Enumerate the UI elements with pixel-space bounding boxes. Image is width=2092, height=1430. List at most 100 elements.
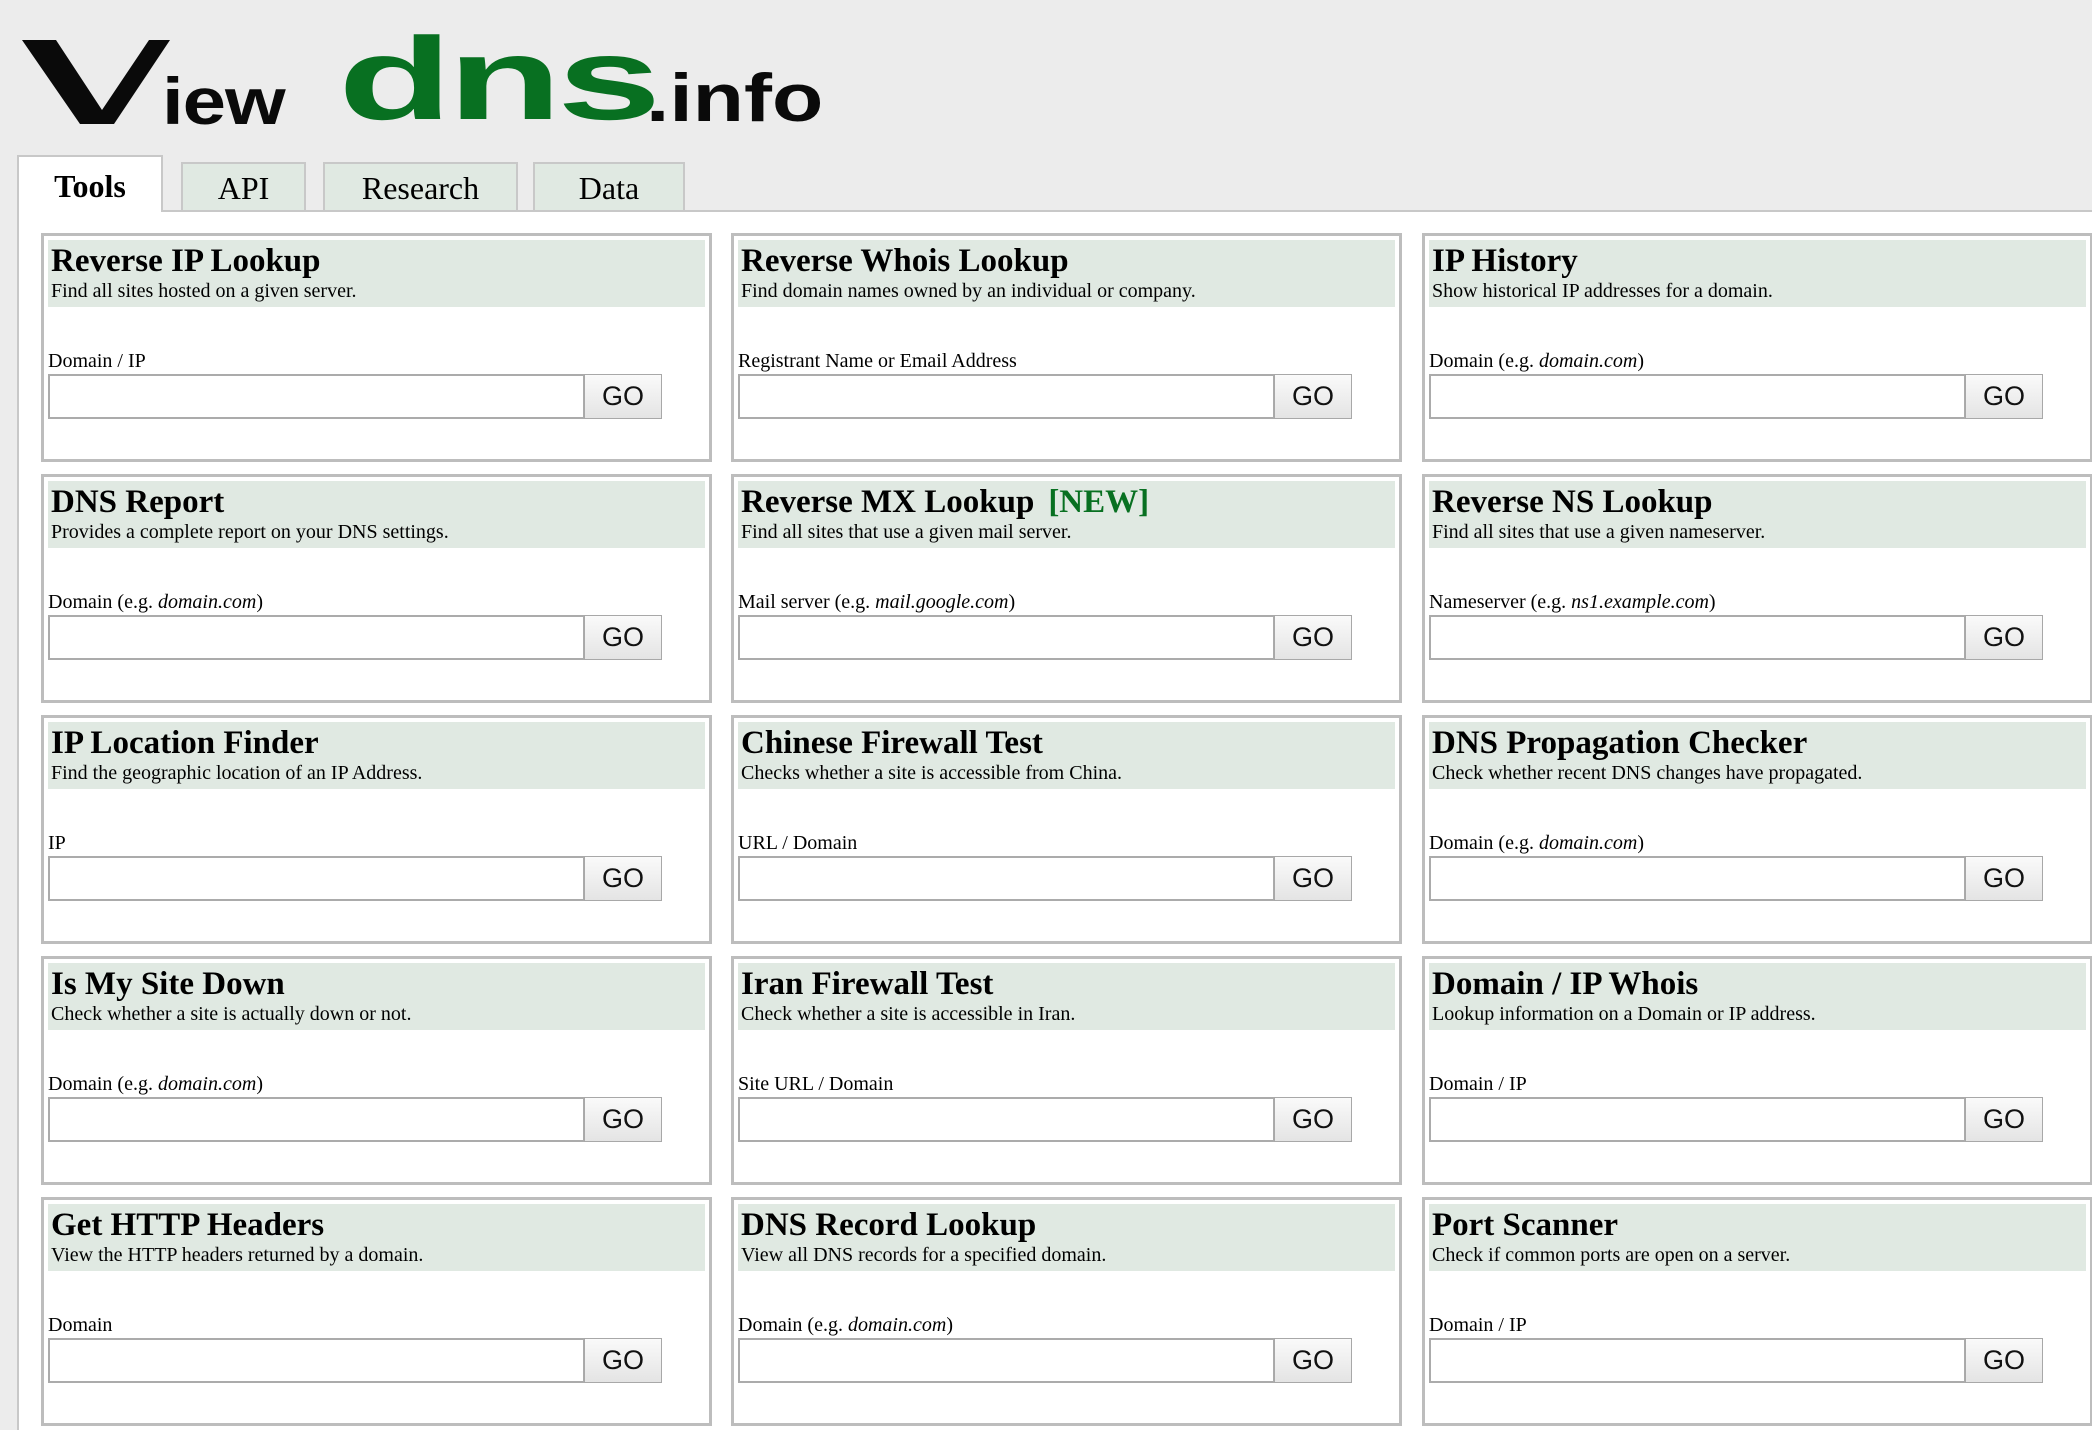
go-button-is-my-site-down[interactable]: GO (584, 1097, 662, 1142)
go-button-ip-history[interactable]: GO (1965, 374, 2043, 419)
tool-card-ip-location-finder: IP Location Finder Find the geographic l… (41, 715, 712, 944)
tool-title-text: Chinese Firewall Test (741, 725, 1043, 761)
label-text: Site URL / Domain (738, 1073, 894, 1095)
go-button-dns-propagation-checker[interactable]: GO (1965, 856, 2043, 901)
label-text: Domain (e.g. (1429, 350, 1539, 372)
tool-title-text: IP History (1432, 243, 1578, 279)
tool-title-text: DNS Report (51, 484, 225, 520)
label-example: mail.google.com (875, 591, 1009, 613)
tool-description: Lookup information on a Domain or IP add… (1432, 1003, 1816, 1025)
tool-title-text: Iran Firewall Test (741, 966, 994, 1002)
logo-text-view: iew (162, 63, 286, 139)
tool-input-reverse-mx-lookup[interactable] (738, 615, 1275, 660)
tool-input-dns-record-lookup[interactable] (738, 1338, 1275, 1383)
tool-card-header: Get HTTP Headers View the HTTP headers r… (48, 1204, 705, 1271)
main-tabs: Tools API Research Data (17, 155, 2092, 212)
tool-title: IP Location Finder (51, 722, 319, 764)
tool-card-header: IP History Show historical IP addresses … (1429, 240, 2086, 307)
tool-input-iran-firewall-test[interactable] (738, 1097, 1275, 1142)
logo-v-glyph (22, 40, 170, 124)
tool-description: Checks whether a site is accessible from… (741, 762, 1122, 784)
tool-input-is-my-site-down[interactable] (48, 1097, 585, 1142)
tool-title-text: Is My Site Down (51, 966, 285, 1002)
go-button-ip-location-finder[interactable]: GO (584, 856, 662, 901)
tool-title: DNS Report (51, 481, 224, 523)
tool-input-chinese-firewall-test[interactable] (738, 856, 1275, 901)
tool-input-domain-ip-whois[interactable] (1429, 1097, 1966, 1142)
label-text: Domain (e.g. (738, 1314, 848, 1336)
tool-input-reverse-ip-lookup[interactable] (48, 374, 585, 419)
tool-input-port-scanner[interactable] (1429, 1338, 1966, 1383)
go-button-reverse-ip-lookup[interactable]: GO (584, 374, 662, 419)
tool-description: Find all sites that use a given nameserv… (1432, 521, 1766, 543)
tool-input-dns-report[interactable] (48, 615, 585, 660)
label-text: Nameserver (e.g. (1429, 591, 1572, 613)
tab-tools[interactable]: Tools (17, 155, 163, 212)
tool-input-reverse-ns-lookup[interactable] (1429, 615, 1966, 660)
tool-title-text: Port Scanner (1432, 1207, 1619, 1243)
tool-input-label: Domain (e.g. domain.com) (1429, 348, 1644, 374)
tool-title: Reverse IP Lookup (51, 240, 321, 282)
tool-input-label: URL / Domain (738, 830, 857, 856)
tool-description: View all DNS records for a specified dom… (741, 1244, 1107, 1266)
go-button-domain-ip-whois[interactable]: GO (1965, 1097, 2043, 1142)
go-button-iran-firewall-test[interactable]: GO (1274, 1097, 1352, 1142)
logo-text-dns: dns (338, 12, 661, 145)
go-button-reverse-mx-lookup[interactable]: GO (1274, 615, 1352, 660)
tool-title-text: Reverse NS Lookup (1432, 484, 1713, 520)
tool-card-chinese-firewall-test: Chinese Firewall Test Checks whether a s… (731, 715, 1402, 944)
tab-data[interactable]: Data (533, 162, 685, 212)
tool-input-label: IP (48, 830, 66, 856)
tool-title: DNS Record Lookup (741, 1204, 1036, 1246)
go-button-chinese-firewall-test[interactable]: GO (1274, 856, 1352, 901)
go-button-reverse-ns-lookup[interactable]: GO (1965, 615, 2043, 660)
tool-input-reverse-whois-lookup[interactable] (738, 374, 1275, 419)
logo-text-info: .info (646, 59, 824, 136)
tool-input-get-http-headers[interactable] (48, 1338, 585, 1383)
tool-card-port-scanner: Port Scanner Check if common ports are o… (1422, 1197, 2092, 1426)
tool-card-header: Domain / IP Whois Lookup information on … (1429, 963, 2086, 1030)
tool-card-is-my-site-down: Is My Site Down Check whether a site is … (41, 956, 712, 1185)
label-suffix: ) (946, 1314, 953, 1336)
tool-title: Iran Firewall Test (741, 963, 993, 1005)
tool-input-label: Registrant Name or Email Address (738, 348, 1017, 374)
label-suffix: ) (256, 1073, 263, 1095)
tool-input-ip-location-finder[interactable] (48, 856, 585, 901)
go-button-dns-record-lookup[interactable]: GO (1274, 1338, 1352, 1383)
tool-card-header: DNS Report Provides a complete report on… (48, 481, 705, 548)
tool-card-dns-record-lookup: DNS Record Lookup View all DNS records f… (731, 1197, 1402, 1426)
label-text: Domain / IP (1429, 1073, 1527, 1095)
label-example: ns1.example.com (1571, 591, 1709, 613)
tool-input-label: Domain (e.g. domain.com) (48, 1071, 263, 1097)
go-button-dns-report[interactable]: GO (584, 615, 662, 660)
tool-input-label: Domain / IP (48, 348, 146, 374)
tool-description: Find all sites hosted on a given server. (51, 280, 357, 302)
go-button-port-scanner[interactable]: GO (1965, 1338, 2043, 1383)
tool-description: Find domain names owned by an individual… (741, 280, 1196, 302)
tool-card-dns-propagation-checker: DNS Propagation Checker Check whether re… (1422, 715, 2092, 944)
tool-card-header: Reverse Whois Lookup Find domain names o… (738, 240, 1395, 307)
tool-title: DNS Propagation Checker (1432, 722, 1807, 764)
label-text: Domain (e.g. (48, 591, 158, 613)
tab-research[interactable]: Research (323, 162, 518, 212)
label-text: Domain / IP (1429, 1314, 1527, 1336)
tool-card-header: IP Location Finder Find the geographic l… (48, 722, 705, 789)
go-button-reverse-whois-lookup[interactable]: GO (1274, 374, 1352, 419)
tool-card-header: DNS Record Lookup View all DNS records f… (738, 1204, 1395, 1271)
tool-title-text: Get HTTP Headers (51, 1207, 325, 1243)
tool-input-ip-history[interactable] (1429, 374, 1966, 419)
go-button-get-http-headers[interactable]: GO (584, 1338, 662, 1383)
tool-input-label: Mail server (e.g. mail.google.com) (738, 589, 1015, 615)
label-example: domain.com (157, 591, 257, 613)
tool-card-header: DNS Propagation Checker Check whether re… (1429, 722, 2086, 789)
tool-title: Reverse NS Lookup (1432, 481, 1713, 523)
label-text: Domain (48, 1314, 113, 1336)
tool-description: Find all sites that use a given mail ser… (741, 521, 1072, 543)
tool-card-reverse-whois-lookup: Reverse Whois Lookup Find domain names o… (731, 233, 1402, 462)
label-suffix: ) (1708, 591, 1716, 613)
tool-card-get-http-headers: Get HTTP Headers View the HTTP headers r… (41, 1197, 712, 1426)
tool-input-dns-propagation-checker[interactable] (1429, 856, 1966, 901)
tool-card-reverse-mx-lookup: Reverse MX Lookup [NEW] Find all sites th… (731, 474, 1402, 703)
tool-input-label: Nameserver (e.g. ns1.example.com) (1429, 589, 1716, 615)
tab-api[interactable]: API (181, 162, 306, 212)
